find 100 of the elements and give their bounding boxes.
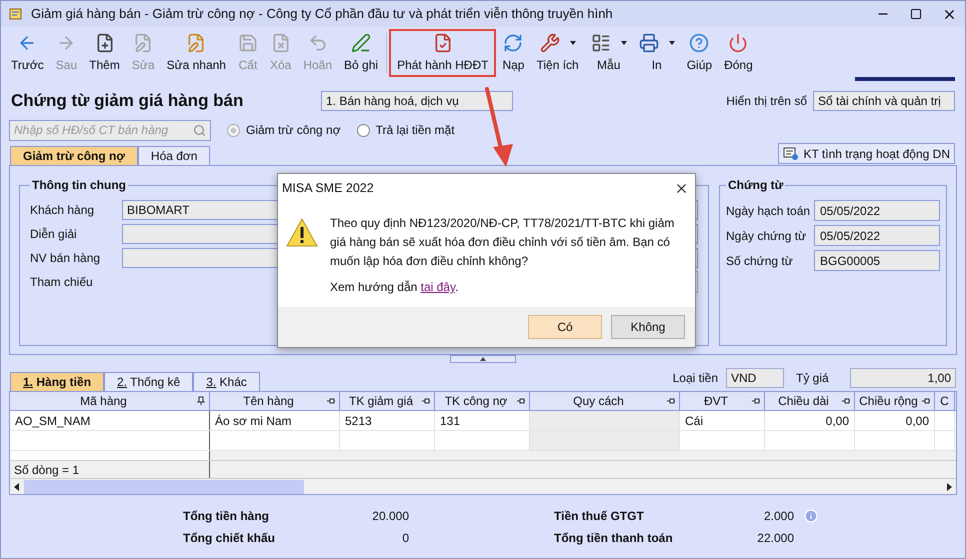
pen-icon	[351, 32, 372, 52]
printer-icon	[638, 32, 659, 52]
toolbar-button[interactable]: Sửa nhanh	[160, 29, 232, 77]
total-value: 2.000	[762, 508, 794, 525]
unpin-icon[interactable]	[421, 396, 431, 406]
dialog-hint: Xem hướng dẫn tai đây.	[330, 279, 460, 296]
unpin-icon[interactable]	[751, 396, 761, 406]
search-field[interactable]: Nhập số HĐ/số CT bán hàng	[9, 120, 211, 140]
toolbar-button[interactable]: Thêm	[83, 29, 126, 77]
column-header[interactable]: Mã hàng	[10, 392, 210, 410]
unpin-icon[interactable]	[326, 396, 336, 406]
dialog-button[interactable]: Không	[611, 315, 685, 339]
field-label: Tham chiếu	[30, 274, 94, 291]
tab[interactable]: Giảm trừ công nợ	[10, 146, 138, 165]
field-label: NV bán hàng	[30, 250, 102, 267]
column-header[interactable]: TK giảm giá	[340, 392, 435, 410]
horizontal-scrollbar[interactable]	[10, 478, 956, 494]
total-label: Tiền thuế GTGT	[554, 508, 645, 525]
caret-icon[interactable]	[668, 40, 675, 44]
tab[interactable]: Hóa đơn	[138, 146, 210, 165]
file-x-icon	[270, 32, 291, 52]
table-cell: Cái	[680, 411, 765, 430]
warning-icon	[286, 218, 318, 247]
text-field[interactable]: 05/05/2022	[814, 200, 940, 221]
column-header[interactable]: Chiều rộng	[855, 392, 935, 410]
check-status-button[interactable]: KT tình trạng hoạt động DN	[778, 143, 955, 164]
toolbar-button[interactable]: Phát hành HĐĐT	[389, 29, 496, 77]
app-icon	[9, 7, 23, 21]
unpin-icon[interactable]	[516, 396, 526, 406]
column-header[interactable]: Chiều dài	[765, 392, 855, 410]
field-label: Khách hàng	[30, 202, 96, 219]
table-cell: 5213	[340, 411, 435, 430]
undo-icon	[308, 32, 328, 52]
table-cell: 0,00	[765, 411, 855, 430]
file-pen-icon	[133, 32, 154, 52]
table-cell: AO_SM_NAM	[10, 411, 210, 430]
caret-icon[interactable]	[570, 40, 576, 44]
tab[interactable]: 3. Khác	[193, 372, 260, 391]
column-header[interactable]: Tên hàng	[210, 392, 340, 410]
unpin-icon[interactable]	[841, 396, 851, 406]
toolbar-button[interactable]: Bỏ ghi	[338, 29, 384, 77]
text-field[interactable]: BGG00005	[814, 250, 940, 271]
toolbar-button[interactable]: Tiện ích	[530, 29, 585, 77]
field-label: Hiển thị trên sổ	[726, 93, 807, 110]
dialog-button[interactable]: Có	[528, 315, 602, 339]
field-label: Ngày chứng từ	[726, 228, 808, 244]
status-check-icon	[783, 146, 800, 160]
group-title: Chứng từ	[727, 177, 784, 194]
total-value: 20.000	[371, 508, 409, 525]
total-label: Tổng chiết khấu	[183, 530, 276, 547]
currency-field[interactable]: VND	[726, 368, 784, 388]
tab[interactable]: 1. Hàng tiền	[10, 372, 104, 391]
radio-option[interactable]: Trả lại tiền mặt	[356, 121, 455, 139]
layout-list-icon	[590, 32, 611, 52]
group-title: Thông tin chung	[31, 177, 127, 194]
radio-option[interactable]: Giảm trừ công nợ	[227, 121, 341, 139]
splitter-handle[interactable]	[450, 355, 516, 363]
toolbar-button[interactable]: Nạp	[496, 29, 530, 77]
help-link[interactable]: tai đây	[420, 280, 456, 294]
rate-field[interactable]: 1,00	[850, 368, 956, 388]
ledger-select[interactable]: Sổ tài chính và quản trị	[813, 91, 955, 111]
total-label: Tổng tiền hàng	[183, 508, 270, 525]
file-pen-icon	[186, 32, 206, 52]
table-cell: 0,00	[855, 411, 935, 430]
dialog-title: MISA SME 2022	[282, 180, 375, 197]
unpin-icon[interactable]	[921, 396, 931, 406]
help-icon	[689, 32, 710, 52]
maximize-icon[interactable]	[910, 8, 922, 20]
text-field[interactable]	[122, 224, 278, 244]
toolbar-button[interactable]: Mẫu	[584, 29, 633, 77]
column-header[interactable]: Quy cách	[530, 392, 680, 410]
search-icon[interactable]	[193, 124, 206, 136]
category-field[interactable]: 1. Bán hàng hoá, dịch vụ	[321, 91, 513, 111]
toolbar-button[interactable]: In	[632, 29, 681, 77]
column-header[interactable]: TK công nợ	[435, 392, 530, 410]
field-label: Loại tiền	[672, 370, 718, 387]
unpin-icon[interactable]	[666, 396, 676, 406]
form-title: Chứng từ giảm giá hàng bán	[11, 90, 244, 112]
save-icon	[238, 32, 258, 52]
total-value: 22.000	[756, 530, 794, 547]
column-header[interactable]: ĐVT	[680, 392, 765, 410]
total-label: Tổng tiền thanh toán	[554, 530, 674, 547]
text-field[interactable]: 05/05/2022	[814, 225, 940, 246]
text-field[interactable]: BIBOMART	[122, 200, 278, 220]
file-plus-icon	[94, 32, 114, 52]
text-field[interactable]	[122, 248, 278, 268]
field-label: Ngày hạch toán	[726, 202, 812, 220]
row-count: Số dòng = 1	[14, 462, 80, 478]
toolbar-button[interactable]: Giúp	[680, 29, 718, 77]
refresh-icon	[503, 32, 524, 52]
tab[interactable]: 2. Thống kê	[104, 372, 194, 391]
wrench-icon	[540, 32, 560, 52]
field-label: Diễn giải	[30, 226, 78, 243]
pin-icon[interactable]	[196, 396, 206, 406]
column-header[interactable]: C	[935, 392, 955, 410]
file-check-icon	[432, 32, 453, 52]
toolbar-button[interactable]: Đóng	[718, 29, 759, 77]
table-cell: Áo sơ mi Nam	[210, 411, 340, 430]
toolbar-button[interactable]: Trước	[5, 29, 50, 77]
caret-icon[interactable]	[620, 40, 627, 44]
